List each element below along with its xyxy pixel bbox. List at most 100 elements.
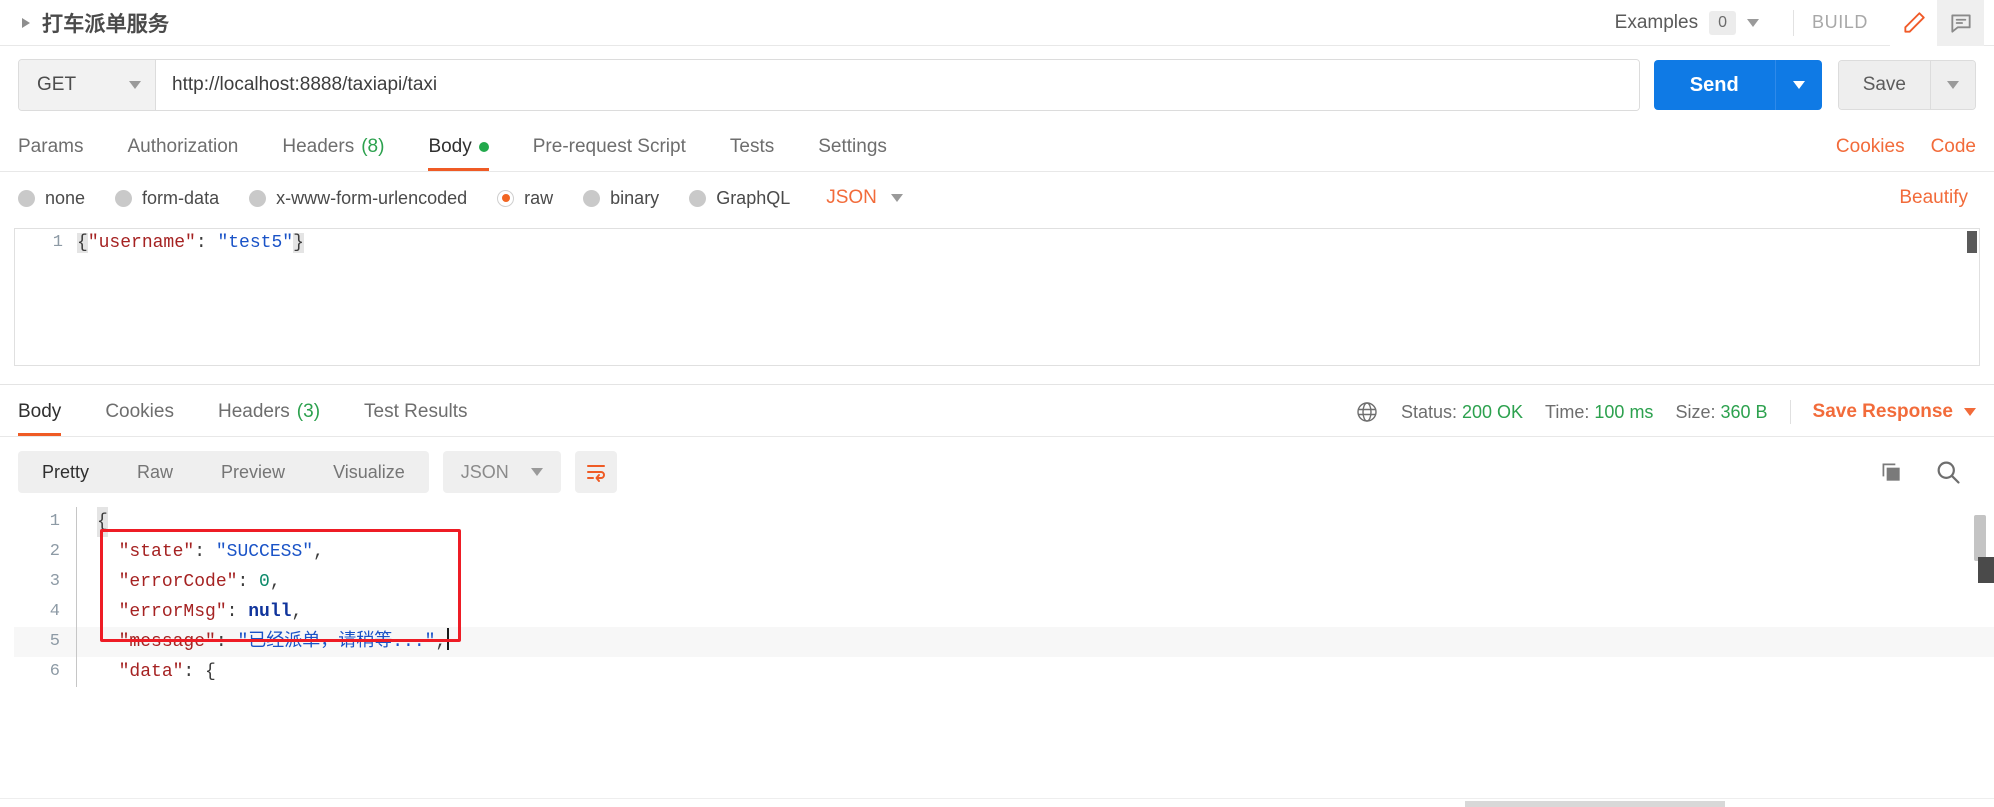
examples-dropdown[interactable]: Examples 0 bbox=[1614, 10, 1779, 35]
body-type-graphql[interactable]: GraphQL bbox=[689, 188, 790, 209]
response-view-toolbar: Pretty Raw Preview Visualize JSON bbox=[0, 437, 1994, 493]
tab-label: Tests bbox=[729, 136, 775, 157]
radio-icon bbox=[689, 189, 707, 207]
page-title: 打车派单服务 bbox=[42, 12, 170, 36]
globe-icon bbox=[1355, 400, 1379, 424]
search-icon[interactable] bbox=[1934, 458, 1962, 486]
response-view-switch: Pretty Raw Preview Visualize bbox=[18, 451, 429, 493]
http-method-select[interactable]: GET bbox=[19, 60, 156, 110]
tab-settings[interactable]: Settings bbox=[796, 136, 909, 171]
response-tabs: Body Cookies Headers (3) Test Results St… bbox=[0, 385, 1994, 437]
response-tab-body[interactable]: Body bbox=[18, 401, 83, 436]
body-type-form-data[interactable]: form-data bbox=[115, 188, 219, 209]
response-view-visualize[interactable]: Visualize bbox=[309, 451, 429, 493]
body-type-label: none bbox=[45, 187, 86, 208]
json-value: { bbox=[205, 662, 216, 682]
line-number: 4 bbox=[49, 602, 60, 621]
word-wrap-icon bbox=[584, 460, 608, 484]
text-cursor bbox=[447, 628, 450, 650]
tab-authorization[interactable]: Authorization bbox=[105, 136, 260, 171]
body-type-none[interactable]: none bbox=[18, 188, 85, 209]
body-type-label: form-data bbox=[142, 187, 220, 208]
response-body-viewer[interactable]: 1 { 2 "state": "SUCCESS", 3 "errorCode":… bbox=[0, 507, 1994, 697]
horizontal-scrollbar[interactable] bbox=[1465, 801, 1725, 807]
request-editor-scrollbar[interactable] bbox=[1967, 231, 1977, 253]
response-scrollbar-thumb[interactable] bbox=[1974, 515, 1986, 561]
response-tab-cookies[interactable]: Cookies bbox=[83, 401, 196, 436]
radio-icon bbox=[18, 189, 35, 207]
send-options-button[interactable] bbox=[1774, 60, 1822, 110]
tab-label: Body bbox=[428, 136, 472, 157]
examples-label: Examples bbox=[1614, 11, 1699, 33]
save-options-button[interactable] bbox=[1930, 61, 1975, 109]
word-wrap-button[interactable] bbox=[574, 451, 617, 493]
tab-headers[interactable]: Headers (8) bbox=[260, 136, 406, 171]
save-button-group: Save bbox=[1837, 60, 1976, 110]
body-format-select[interactable]: JSON bbox=[826, 187, 903, 209]
tab-label: Pre-request Script bbox=[532, 136, 686, 157]
json-key: "errorCode" bbox=[118, 572, 238, 592]
request-body-editor[interactable]: 1 {"username": "test5"} bbox=[14, 228, 1980, 366]
send-button[interactable]: Send bbox=[1653, 60, 1775, 110]
beautify-link[interactable]: Beautify bbox=[1899, 187, 1976, 209]
meta-divider bbox=[1789, 400, 1791, 424]
tab-label: Test Results bbox=[364, 401, 468, 422]
json-value: "test5" bbox=[217, 233, 294, 253]
cookies-link[interactable]: Cookies bbox=[1836, 136, 1905, 158]
code-link[interactable]: Code bbox=[1931, 136, 1976, 158]
json-trail: , bbox=[291, 602, 303, 622]
radio-icon-selected bbox=[497, 189, 515, 207]
open-brace: { bbox=[77, 233, 88, 253]
json-colon: : bbox=[194, 542, 216, 562]
response-view-preview[interactable]: Preview bbox=[197, 451, 309, 493]
copy-icon[interactable] bbox=[1878, 459, 1904, 485]
fold-rail bbox=[76, 657, 91, 687]
request-body-line: 1 {"username": "test5"} bbox=[15, 229, 1979, 257]
request-header-right: Examples 0 BUILD bbox=[1615, 0, 1994, 46]
comments-button[interactable] bbox=[1937, 0, 1984, 46]
fold-rail bbox=[76, 597, 91, 627]
url-input[interactable]: http://localhost:8888/taxiapi/taxi bbox=[156, 60, 1639, 110]
save-response-button[interactable]: Save Response bbox=[1813, 401, 1976, 423]
chevron-down-icon bbox=[129, 81, 141, 89]
json-trail: , bbox=[269, 572, 281, 592]
tab-params[interactable]: Params bbox=[18, 136, 105, 171]
chevron-down-icon bbox=[1792, 81, 1805, 89]
pencil-icon bbox=[1901, 10, 1927, 36]
line-number: 3 bbox=[49, 572, 60, 591]
response-code: "errorMsg": null, bbox=[97, 597, 303, 627]
tab-pre-request-script[interactable]: Pre-request Script bbox=[511, 136, 708, 171]
status-block: Status: 200 OK bbox=[1401, 402, 1523, 423]
body-type-label: raw bbox=[524, 187, 554, 208]
json-key: "message" bbox=[118, 632, 216, 652]
body-type-binary[interactable]: binary bbox=[583, 188, 659, 209]
examples-count-badge: 0 bbox=[1709, 10, 1736, 35]
radio-icon bbox=[583, 189, 601, 207]
json-key: "state" bbox=[118, 542, 195, 562]
body-type-x-www-form-urlencoded[interactable]: x-www-form-urlencoded bbox=[249, 188, 467, 209]
header-divider bbox=[1792, 9, 1794, 36]
response-format-select[interactable]: JSON bbox=[442, 451, 561, 493]
method-url-group: GET http://localhost:8888/taxiapi/taxi bbox=[18, 59, 1640, 111]
response-line-active: 5 "message": "已经派单，请稍等...", bbox=[14, 627, 1994, 657]
json-value: null bbox=[248, 602, 292, 622]
fold-rail bbox=[76, 537, 91, 567]
json-trail: , bbox=[313, 542, 324, 562]
response-view-pretty[interactable]: Pretty bbox=[18, 451, 113, 493]
response-tab-headers[interactable]: Headers (3) bbox=[196, 401, 342, 436]
radio-icon bbox=[249, 189, 267, 207]
postman-window: 打车派单服务 Examples 0 BUILD GET http://local… bbox=[0, 0, 1994, 807]
tab-body[interactable]: Body bbox=[406, 136, 510, 171]
response-scrollbar-secondary[interactable] bbox=[1978, 557, 1994, 583]
response-code: "data": { bbox=[97, 657, 216, 687]
response-tab-test-results[interactable]: Test Results bbox=[342, 401, 489, 436]
tab-label: Params bbox=[18, 136, 84, 157]
status-label: Status: bbox=[1400, 401, 1457, 422]
response-view-raw[interactable]: Raw bbox=[113, 451, 197, 493]
tab-tests[interactable]: Tests bbox=[708, 136, 796, 171]
build-label[interactable]: BUILD bbox=[1808, 12, 1890, 33]
body-type-raw[interactable]: raw bbox=[497, 188, 553, 209]
save-button[interactable]: Save bbox=[1838, 61, 1930, 109]
edit-request-button[interactable] bbox=[1890, 0, 1937, 46]
triangle-right-icon[interactable] bbox=[22, 17, 30, 28]
